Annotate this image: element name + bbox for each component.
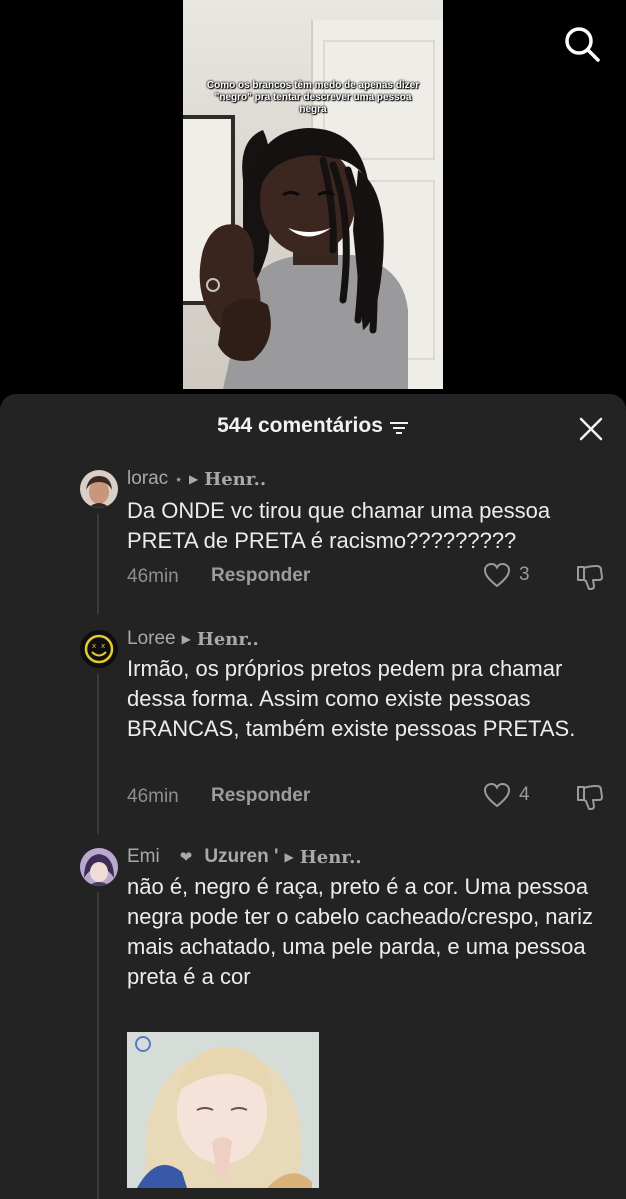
video-player[interactable]: Como os brancos têm medo de apenas dizer… <box>183 0 443 389</box>
like-count: 3 <box>519 564 530 585</box>
dislike-button[interactable] <box>575 782 605 818</box>
comment-meta: 46min Responder 4 <box>127 782 607 812</box>
comment-header: Emi ❤ Uzuren ' ▶ Henr.. <box>127 846 362 868</box>
search-icon <box>565 27 600 62</box>
reply-arrow-icon: ▶ <box>181 632 191 646</box>
comment-item: lorac ⋆ ▶ Henr.. Da ONDE vc tirou que ch… <box>0 468 626 618</box>
thumbs-down-icon <box>577 785 603 810</box>
like-button[interactable]: 3 <box>483 562 530 588</box>
comment-time: 46min <box>127 566 179 587</box>
author-nickname: Uzuren ' <box>204 846 279 867</box>
thread-line <box>97 514 99 614</box>
comment-text: Da ONDE vc tirou que chamar uma pessoa P… <box>127 498 551 553</box>
thumbs-down-icon <box>577 565 603 590</box>
search-button[interactable] <box>562 24 602 64</box>
comments-title: 544 comentários <box>0 414 626 438</box>
video-area[interactable]: Como os brancos têm medo de apenas dizer… <box>0 0 626 400</box>
comments-sheet: 544 comentários lorac ⋆ ▶ Henr.. Da ONDE… <box>0 394 626 1199</box>
comment-header: Loree ▶ Henr.. <box>127 628 259 650</box>
thread-line <box>97 674 99 834</box>
like-count: 4 <box>519 784 530 805</box>
reply-arrow-icon: ▶ <box>188 472 199 486</box>
comment-author[interactable]: Emi <box>127 846 160 868</box>
heart-badge-icon: ❤ <box>179 849 193 866</box>
comment-author[interactable]: Loree <box>127 628 176 650</box>
comment-attached-image[interactable] <box>127 1032 319 1188</box>
reply-button[interactable]: Responder <box>211 565 310 587</box>
close-button[interactable] <box>578 416 604 442</box>
video-caption: Como os brancos têm medo de apenas dizer… <box>206 80 420 115</box>
heart-icon <box>483 562 511 588</box>
comment-meta: 46min Responder 3 <box>127 562 607 592</box>
comment-header: lorac ⋆ ▶ Henr.. <box>127 468 266 490</box>
heart-icon <box>483 782 511 808</box>
video-person-image <box>199 128 408 389</box>
avatar[interactable] <box>80 470 118 508</box>
close-icon <box>579 417 603 441</box>
filter-icon[interactable] <box>389 418 409 434</box>
svg-text:x: x <box>92 642 96 650</box>
reply-arrow-icon: ▶ <box>284 850 294 864</box>
reply-to-user[interactable]: Henr.. <box>204 469 266 490</box>
avatar[interactable]: x x <box>80 630 118 668</box>
dislike-button[interactable] <box>575 562 605 598</box>
comments-count-label: 544 comentários <box>217 414 383 437</box>
svg-text:x: x <box>101 642 105 650</box>
comment-text: Irmão, os próprios pretos pedem pra cham… <box>127 656 576 741</box>
thread-line <box>97 892 99 1199</box>
like-button[interactable]: 4 <box>483 782 530 808</box>
avatar[interactable] <box>80 848 118 886</box>
comment-item: Emi ❤ Uzuren ' ▶ Henr.. não é, negro é r… <box>0 846 626 1199</box>
comment-time: 46min <box>127 786 179 807</box>
comment-item: x x Loree ▶ Henr.. Irmão, os próprios pr… <box>0 628 626 838</box>
comments-header: 544 comentários <box>0 394 626 462</box>
author-badge: ⋆ <box>174 470 183 487</box>
comment-author[interactable]: lorac <box>127 468 168 490</box>
reply-button[interactable]: Responder <box>211 785 310 807</box>
reply-to-user[interactable]: Henr.. <box>197 629 259 650</box>
comment-text: não é, negro é raça, preto é a cor. Uma … <box>127 874 593 989</box>
reply-to-user[interactable]: Henr.. <box>300 847 362 868</box>
